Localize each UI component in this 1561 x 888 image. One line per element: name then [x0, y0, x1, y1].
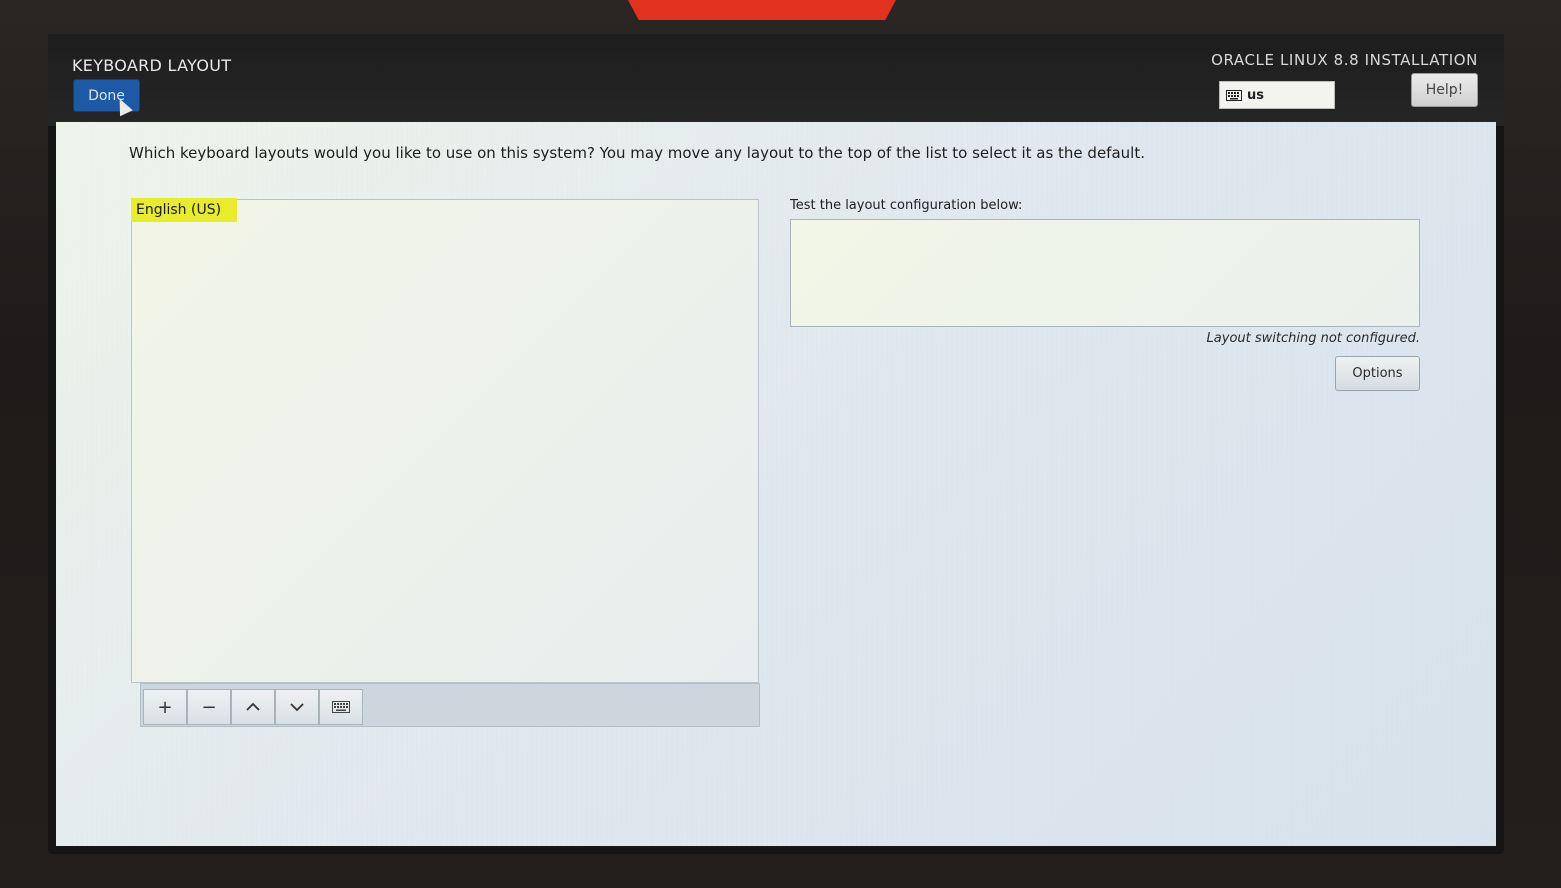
remove-layout-button[interactable]: − — [187, 689, 231, 725]
product-title: ORACLE LINUX 8.8 INSTALLATION — [1211, 51, 1478, 69]
keyboard-indicator-text: us — [1247, 87, 1264, 103]
layout-list-item[interactable]: English (US) — [131, 198, 237, 222]
test-layout-label: Test the layout configuration below: — [790, 198, 1023, 213]
help-button[interactable]: Help! — [1411, 73, 1478, 107]
up-chevron-icon — [246, 702, 260, 711]
move-up-button[interactable] — [231, 689, 275, 725]
options-button[interactable]: Options — [1335, 356, 1420, 391]
spoke-title: KEYBOARD LAYOUT — [72, 56, 232, 75]
layout-switching-note: Layout switching not configured. — [1206, 331, 1420, 346]
add-layout-button[interactable]: + — [143, 689, 187, 725]
keyboard-icon — [332, 701, 350, 713]
layout-list[interactable] — [131, 199, 759, 683]
bezel-red-tab — [628, 0, 896, 20]
test-layout-input[interactable] — [790, 219, 1420, 327]
top-bar — [48, 34, 1504, 126]
keyboard-layout-indicator[interactable]: us — [1219, 81, 1335, 109]
plus-icon: + — [157, 696, 173, 718]
instructions-text: Which keyboard layouts would you like to… — [129, 144, 1145, 162]
preview-layout-button[interactable] — [319, 689, 363, 725]
move-down-button[interactable] — [275, 689, 319, 725]
down-chevron-icon — [290, 703, 304, 712]
keyboard-icon — [1226, 89, 1242, 101]
minus-icon: − — [201, 696, 217, 718]
